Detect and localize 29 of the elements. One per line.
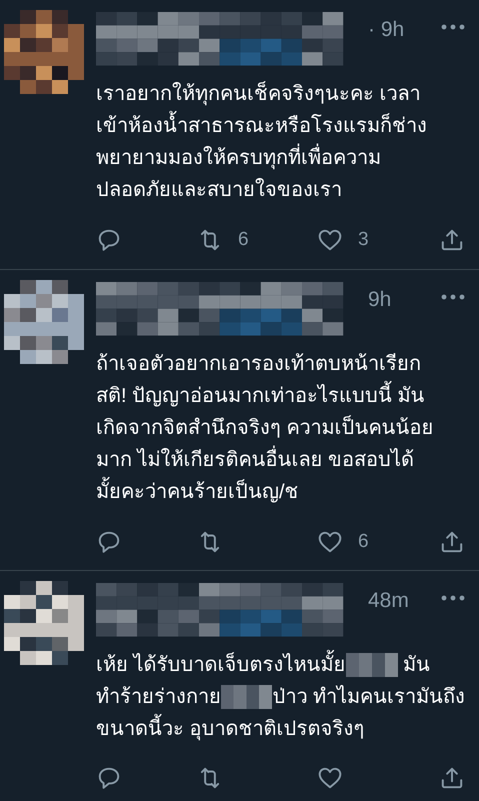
tweet-text: ทำร้ายร่างกาย — [96, 685, 221, 710]
tweet-text: ขนาดนี้วะ อุบาดชาติเปรตจริงๆ — [96, 713, 365, 745]
redaction-block — [221, 685, 272, 709]
tweet-text: มั้ยคะว่าคนร้ายเป็นญ/ช — [96, 476, 299, 508]
tweet-text: ถ้าเจอตัวอยากเอารองเท้าตบหน้าเรียก — [96, 352, 421, 376]
share-icon[interactable] — [439, 765, 465, 791]
tweet-text: เข้าห้องน้ำสาธารณะหรือโรงแรมก็ช่าง — [96, 110, 427, 142]
tweet-text: เกิดจากจิตสำนึกจริงๆ ความเป็นคนน้อย — [96, 414, 434, 440]
tweet-text: เห้ย ได้รับบาดเจ็บตรงไหนมั้ย — [96, 649, 346, 681]
reply-icon[interactable] — [96, 765, 122, 791]
redaction-block — [346, 653, 398, 677]
like-count: 3 — [358, 228, 369, 252]
timestamp[interactable]: · 9h — [368, 14, 404, 46]
tweet-text: มัน — [402, 653, 430, 678]
retweet-count: 6 — [238, 228, 249, 252]
tweet-text: ปลอดภัยและสบายใจของเรา — [96, 177, 342, 203]
tweet-text: พยายามมองให้ครบทุกที่เพื่อความ — [96, 142, 381, 174]
tweet-text: เราอยากให้ทุกคนเช็คจริงๆนะคะ เวลา — [96, 80, 421, 108]
like-count: 6 — [358, 530, 369, 554]
tweet-text: มาก ไม่ให้เกียรติคนอื่นเลย ขอสอบได้ — [96, 444, 414, 476]
heart-icon[interactable] — [316, 765, 344, 791]
more-icon[interactable] — [441, 294, 465, 300]
reply-icon[interactable] — [96, 227, 122, 254]
tweet-text: สติ! ปัญญาอ่อนมากเท่าอะไรแบบนี้ มัน — [96, 380, 425, 412]
timestamp[interactable]: 48m — [368, 585, 409, 616]
timestamp[interactable]: 9h — [368, 284, 392, 315]
tweet-text: ป่าว ทำไมคนเรามันถึง — [272, 684, 465, 710]
more-icon[interactable] — [441, 24, 465, 30]
more-icon[interactable] — [441, 595, 465, 601]
